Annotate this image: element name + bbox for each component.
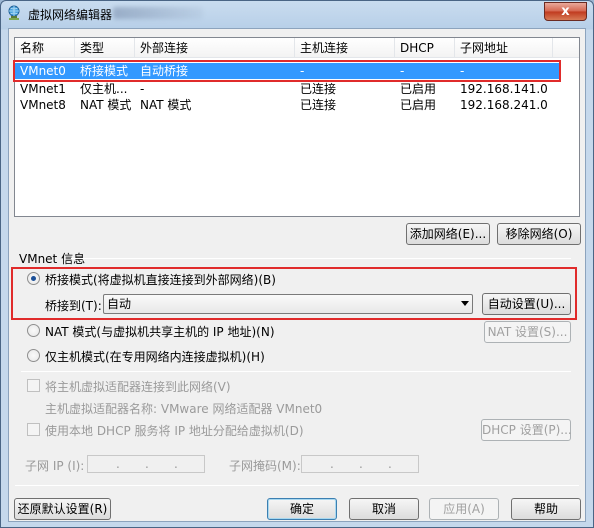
dhcp-settings-button[interactable]: DHCP 设置(P)... (481, 419, 572, 441)
cell-dhcp: 已启用 (400, 98, 437, 112)
apply-button[interactable]: 应用(A) (429, 498, 499, 520)
ip-dot-separator: . (116, 457, 120, 471)
ip-dot-separator: . (330, 457, 334, 471)
cell-subnet: 192.168.141.0 (460, 82, 548, 96)
column-header-external[interactable]: 外部连接 (135, 38, 295, 58)
column-header-dhcp[interactable]: DHCP (395, 38, 455, 58)
help-button[interactable]: 帮助 (511, 498, 581, 520)
window-frame: 虚拟网络编辑器 x 名称 类型 外部连接 主机连接 DHCP 子网地址 VMne… (0, 0, 594, 528)
cell-host: 已连接 (300, 82, 337, 96)
cell-type: NAT 模式 (80, 98, 132, 112)
list-header: 名称 类型 外部连接 主机连接 DHCP 子网地址 (15, 38, 579, 58)
blurred-title-suffix (113, 7, 203, 19)
dialog-client-area: 名称 类型 外部连接 主机连接 DHCP 子网地址 VMnet0 桥接模式 自动… (8, 28, 586, 522)
cancel-button[interactable]: 取消 (349, 498, 419, 520)
highlight-box-selected-row (13, 60, 561, 82)
cell-name: VMnet1 (20, 82, 66, 96)
connect-adapter-label[interactable]: 将主机虚拟适配器连接到此网络(V) (45, 378, 231, 395)
section-divider (71, 258, 571, 259)
connect-adapter-checkbox[interactable] (27, 379, 40, 392)
add-network-button[interactable]: 添加网络(E)... (406, 223, 490, 245)
restore-defaults-button[interactable]: 还原默认设置(R) (14, 498, 111, 520)
ip-dot-separator: . (145, 457, 149, 471)
cell-host: 已连接 (300, 98, 337, 112)
close-icon: x (561, 4, 570, 19)
column-header-type[interactable]: 类型 (75, 38, 135, 58)
table-row-vmnet1[interactable]: VMnet1 仅主机... - 已连接 已启用 192.168.141.0 (15, 81, 561, 97)
title-bar[interactable]: 虚拟网络编辑器 x (1, 1, 593, 27)
ip-dot-separator: . (174, 457, 178, 471)
column-header-host[interactable]: 主机连接 (295, 38, 395, 58)
use-dhcp-label[interactable]: 使用本地 DHCP 服务将 IP 地址分配给虚拟机(D) (45, 422, 304, 439)
window-title: 虚拟网络编辑器 (28, 8, 113, 22)
options-divider (21, 371, 571, 372)
subnet-mask-field[interactable]: . . . (301, 455, 419, 473)
nat-mode-label[interactable]: NAT 模式(与虚拟机共享主机的 IP 地址)(N) (45, 323, 275, 340)
adapter-name-text: 主机虚拟适配器名称: VMware 网络适配器 VMnet0 (45, 402, 323, 416)
subnet-ip-label: 子网 IP (I): (25, 459, 85, 473)
nat-settings-button[interactable]: NAT 设置(S)... (484, 321, 571, 343)
cell-subnet: 192.168.241.0 (460, 98, 548, 112)
cell-name: VMnet8 (20, 98, 66, 112)
highlight-box-bridged (11, 267, 577, 320)
ok-button[interactable]: 确定 (267, 498, 337, 520)
nat-mode-radio[interactable] (27, 324, 40, 337)
remove-network-button[interactable]: 移除网络(O) (497, 223, 581, 245)
host-only-radio[interactable] (27, 349, 40, 362)
column-header-name[interactable]: 名称 (15, 38, 75, 58)
close-button[interactable]: x (544, 2, 587, 21)
column-header-subnet[interactable]: 子网地址 (455, 38, 553, 58)
host-only-label[interactable]: 仅主机模式(在专用网络内连接虚拟机)(H) (45, 348, 265, 365)
cell-external: NAT 模式 (140, 98, 192, 112)
network-globe-icon (8, 5, 20, 20)
cell-dhcp: 已启用 (400, 82, 437, 96)
ip-dot-separator: . (359, 457, 363, 471)
use-dhcp-checkbox[interactable] (27, 423, 40, 436)
footer-divider (15, 485, 579, 486)
subnet-ip-field[interactable]: . . . (87, 455, 205, 473)
cell-external: - (140, 82, 145, 96)
table-row-vmnet8[interactable]: VMnet8 NAT 模式 NAT 模式 已连接 已启用 192.168.241… (15, 97, 561, 113)
cell-type: 仅主机... (80, 82, 128, 96)
ip-dot-separator: . (388, 457, 392, 471)
subnet-mask-label: 子网掩码(M): (229, 459, 301, 473)
